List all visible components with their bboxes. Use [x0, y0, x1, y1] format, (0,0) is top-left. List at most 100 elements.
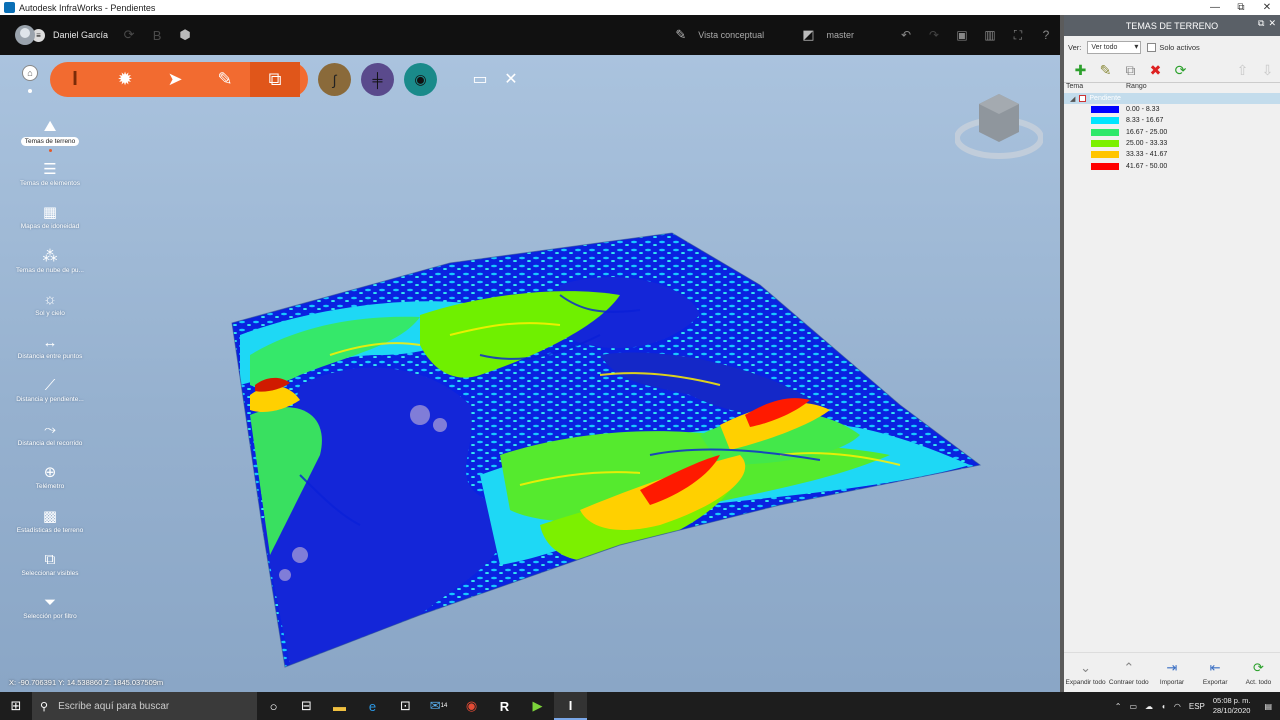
- layers-icon[interactable]: ⧉: [250, 62, 300, 97]
- legend-swatch: [1091, 162, 1119, 170]
- tool-item-3[interactable]: ⁂ Temas de nube de pu...: [8, 247, 92, 274]
- tool-item-9[interactable]: ▩ Estadísticas de terreno: [8, 507, 92, 534]
- export-button[interactable]: ⇤ Exportar: [1194, 653, 1237, 692]
- tool-item-4[interactable]: ☼ Sol y cielo: [8, 290, 92, 318]
- tray-volume-icon[interactable]: ◖: [1161, 702, 1166, 711]
- viewcube[interactable]: [955, 92, 1043, 162]
- present-icon[interactable]: ▭: [469, 68, 491, 90]
- fullscreen-icon[interactable]: ⛶: [1004, 28, 1032, 43]
- tool-item-1[interactable]: ☰ Temas de elementos: [8, 160, 92, 187]
- clock[interactable]: 05:08 p. m. 28/10/2020: [1213, 696, 1251, 716]
- notifications-icon[interactable]: ▤: [1264, 702, 1272, 711]
- panel-close-icon[interactable]: ✕: [1268, 18, 1276, 29]
- drainage-tool-icon[interactable]: ◉: [404, 63, 437, 96]
- selected-indicator: [48, 149, 52, 152]
- tool-item-10[interactable]: ⧉ Seleccionar visibles: [8, 550, 92, 578]
- col-theme: Tema: [1066, 83, 1084, 90]
- language-indicator[interactable]: ESP: [1189, 702, 1205, 711]
- revit-icon[interactable]: R: [488, 692, 521, 720]
- view-select[interactable]: Ver todo: [1087, 40, 1142, 54]
- edit-icon[interactable]: ✎: [1093, 62, 1118, 79]
- theme-row[interactable]: ◢ Pendiente: [1064, 93, 1280, 104]
- tool-item-8[interactable]: ⊕ Telémetro: [8, 463, 92, 490]
- taskbar-search[interactable]: ⚲ Escribe aquí para buscar: [32, 692, 257, 720]
- tool-item-0[interactable]: ⛰ Temas de terreno: [8, 117, 92, 152]
- legend-range: 16.67 - 25.00: [1126, 128, 1168, 136]
- proposal-icon[interactable]: ◩: [802, 27, 814, 43]
- user-name[interactable]: Daniel García: [53, 30, 108, 40]
- settings-tools-icon[interactable]: ✕: [500, 68, 522, 90]
- undo-icon[interactable]: ↶: [892, 28, 920, 42]
- legend-swatch: [1091, 128, 1119, 136]
- infraworks-icon[interactable]: I: [50, 62, 100, 97]
- tool-label: Estadísticas de terreno: [16, 527, 84, 534]
- terrain-slope-map[interactable]: [0, 55, 1060, 692]
- minimize-button[interactable]: —: [1202, 0, 1228, 15]
- search-placeholder: Escribe aquí para buscar: [58, 700, 170, 712]
- tool-item-11[interactable]: ⏷ Selección por filtro: [8, 593, 92, 621]
- bridge-tool-icon[interactable]: ╪: [361, 63, 394, 96]
- visual-style-label[interactable]: Vista conceptual: [698, 30, 764, 40]
- home-icon[interactable]: ⌂: [22, 65, 38, 81]
- mail-icon[interactable]: ✉ 14: [422, 692, 455, 720]
- mail-badge: 14: [440, 703, 448, 709]
- sync-icon[interactable]: ⟳: [122, 27, 136, 42]
- theme-checkbox[interactable]: [1079, 95, 1087, 102]
- redo-icon[interactable]: ↷: [920, 28, 948, 42]
- move-down-icon[interactable]: ⇩: [1255, 62, 1280, 79]
- close-button[interactable]: ✕: [1254, 0, 1280, 15]
- legend-row[interactable]: 16.67 - 25.00: [1064, 127, 1280, 138]
- cortana-icon[interactable]: ○: [257, 692, 290, 720]
- only-active-checkbox[interactable]: [1147, 42, 1157, 52]
- tray-network-icon[interactable]: ▭: [1129, 702, 1137, 711]
- delete-icon[interactable]: ✖: [1143, 62, 1168, 79]
- task-view-icon[interactable]: ⊟: [290, 692, 323, 720]
- collapse-all-button[interactable]: ⌃ Contraer todo: [1107, 653, 1150, 692]
- legend-row[interactable]: 8.33 - 16.67: [1064, 115, 1280, 126]
- windows-start-icon[interactable]: ⊞: [0, 692, 32, 720]
- tool-item-2[interactable]: ▦ Mapas de idoneidad: [8, 203, 92, 230]
- move-up-icon[interactable]: ⇧: [1230, 62, 1255, 79]
- 3d-viewport[interactable]: ⌂ I ✹ ➤ ✎ ⧉ ∫ ╪ ◉ ▭ ✕ ⛰ Temas de terreno ☰…: [0, 55, 1060, 692]
- edge-icon[interactable]: e: [356, 692, 389, 720]
- tray-wifi-icon[interactable]: ◠: [1174, 702, 1181, 711]
- refresh-all-button[interactable]: ⟳ Act. todo: [1237, 653, 1280, 692]
- filter-icon: ⏷: [43, 593, 56, 611]
- proposal-label[interactable]: master: [826, 30, 854, 40]
- mountain-icon: ⛰: [43, 117, 57, 135]
- panel-dock-icon[interactable]: ⧉: [1258, 18, 1264, 29]
- help-icon[interactable]: ?: [1032, 28, 1060, 42]
- chrome-icon[interactable]: ◉: [455, 692, 488, 720]
- add-icon[interactable]: ✚: [1068, 62, 1093, 79]
- sketch-icon[interactable]: ✎: [200, 62, 250, 97]
- file-explorer-icon[interactable]: ▬: [323, 692, 356, 720]
- build-icon[interactable]: ✹: [100, 62, 150, 97]
- legend-row[interactable]: 33.33 - 41.67: [1064, 149, 1280, 160]
- tray-onedrive-icon[interactable]: ☁: [1145, 702, 1153, 711]
- avatar[interactable]: [15, 25, 35, 45]
- tray-chevron-icon[interactable]: ⌃: [1115, 702, 1122, 711]
- legend-row[interactable]: 25.00 - 33.33: [1064, 138, 1280, 149]
- legend-row[interactable]: 0.00 - 8.33: [1064, 104, 1280, 115]
- tool-item-7[interactable]: ⤳ Distancia del recorrido: [8, 420, 92, 448]
- collapse-icon[interactable]: ◢: [1070, 95, 1075, 103]
- civil3d-icon[interactable]: ▶: [521, 692, 554, 720]
- style-brush-icon[interactable]: ✎: [675, 27, 686, 43]
- select-icon[interactable]: ➤: [150, 62, 200, 97]
- model-cube-icon[interactable]: ⬢: [178, 27, 192, 42]
- refresh-icon[interactable]: ⟳: [1168, 62, 1193, 79]
- store-icon[interactable]: ⊡: [389, 692, 422, 720]
- tool-item-6[interactable]: ⟋ Distancia y pendiente...: [8, 376, 92, 404]
- bim360-icon[interactable]: B: [150, 28, 164, 43]
- import-button[interactable]: ⇥ Importar: [1150, 653, 1193, 692]
- expand-all-button[interactable]: ⌄ Expandir todo: [1064, 653, 1107, 692]
- cursor-coordinates: X: -90.706391 Y: 14.538860 Z: 1845.03750…: [9, 678, 164, 687]
- restore-button[interactable]: ⧉: [1228, 0, 1254, 15]
- roads-tool-icon[interactable]: ∫: [318, 63, 351, 96]
- save-icon[interactable]: ▣: [948, 28, 976, 42]
- tool-item-5[interactable]: ↔ Distancia entre puntos: [8, 333, 92, 361]
- copy-icon[interactable]: ⧉: [1118, 62, 1143, 79]
- legend-row[interactable]: 41.67 - 50.00: [1064, 160, 1280, 171]
- infraworks-taskbar-icon[interactable]: I: [554, 692, 587, 720]
- bookmark-icon[interactable]: ▥: [976, 28, 1004, 42]
